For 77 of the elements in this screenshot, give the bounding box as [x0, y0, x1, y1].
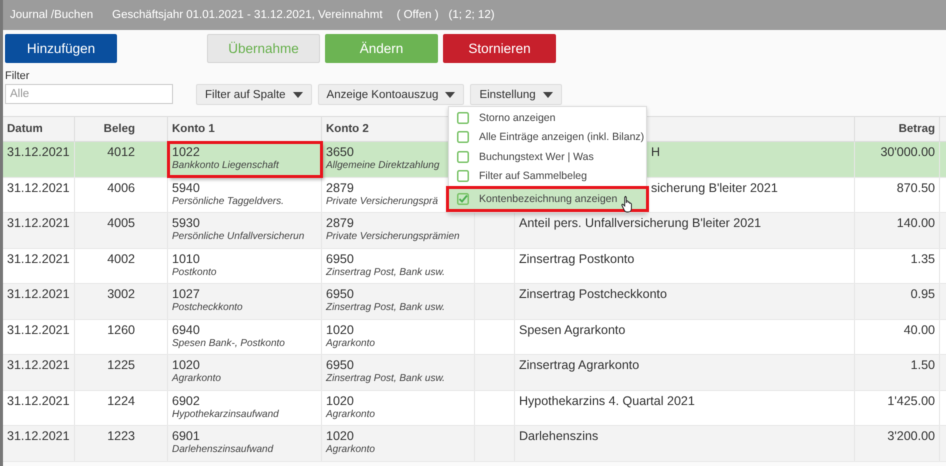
account-name: Darlehenszinsaufwand — [172, 444, 274, 455]
account-name: Zinsertrag Post, Bank usw. — [326, 373, 445, 384]
amount-cell: 3'200.00 — [887, 429, 935, 443]
amount-cell: 40.00 — [904, 322, 935, 336]
account-number: 3650 — [326, 145, 354, 159]
date-cell: 31.12.2021 — [7, 145, 70, 159]
account-number: 6901 — [172, 429, 200, 443]
account-name: Hypothekarzinsaufwand — [172, 408, 279, 420]
amount-cell: 30'000.00 — [880, 145, 935, 159]
account-number: 1020 — [326, 322, 354, 336]
date-cell: 31.12.2021 — [7, 358, 70, 372]
account-name: Postcheckkonto — [172, 302, 243, 313]
fiscal-year-label: Geschäftsjahr 01.01.2021 - 31.12.2021, Vereinnahmt — [112, 9, 383, 21]
account-name: Agrarkonto — [172, 373, 221, 384]
voucher-cell: 1224 — [107, 394, 135, 408]
voucher-cell: 4006 — [107, 180, 135, 194]
account-name: Private Versicherungsprä — [326, 196, 438, 206]
booking-text: sicherung B'leiter 2021 — [651, 180, 778, 194]
account-number: 6950 — [326, 252, 354, 266]
amount-cell: 1'425.00 — [887, 394, 935, 408]
amount-cell: 870.50 — [896, 180, 935, 194]
amount-cell: 1.35 — [910, 252, 935, 266]
date-cell: 31.12.2021 — [7, 180, 70, 194]
account-name: Zinsertrag Post, Bank usw. — [326, 266, 445, 278]
voucher-cell: 1223 — [107, 429, 135, 443]
account-number: 6940 — [172, 322, 200, 336]
account-number: 1010 — [172, 252, 200, 266]
voucher-cell: 3002 — [107, 287, 135, 301]
account-number: 1020 — [326, 394, 354, 408]
account-name: Private Versicherungsprämien — [326, 231, 460, 242]
account-name: Bankkonto Liegenschaft — [172, 160, 279, 171]
account-number: 1027 — [172, 287, 200, 301]
voucher-cell: 1225 — [107, 358, 135, 372]
amount-cell: 140.00 — [896, 216, 935, 230]
account-number: 6950 — [326, 358, 354, 372]
booking-text: Darlehenszins — [519, 429, 598, 443]
account-number: 5930 — [172, 216, 200, 230]
booking-text: Zinsertrag Agrarkonto — [519, 358, 640, 372]
account-number: 1020 — [326, 429, 354, 443]
date-cell: 31.12.2021 — [7, 322, 70, 336]
account-name: Persönliche Unfallversicherun — [172, 231, 304, 242]
voucher-cell: 4002 — [107, 252, 135, 266]
voucher-cell: 4005 — [107, 216, 135, 230]
account-name: Agrarkonto — [326, 444, 375, 455]
date-cell: 31.12.2021 — [7, 394, 70, 408]
account-name: Postkonto — [172, 266, 216, 278]
account-number: 1020 — [172, 358, 200, 372]
account-number: 6950 — [326, 287, 354, 301]
voucher-cell: 4012 — [107, 145, 135, 159]
amount-cell: 0.95 — [910, 287, 935, 301]
module-title: Journal /Buchen — [10, 9, 94, 21]
account-number: 2879 — [326, 216, 354, 230]
booking-text: Zinsertrag Postkonto — [519, 252, 634, 266]
booking-text: Zinsertrag Postcheckkonto — [519, 287, 667, 301]
account-number: 1022 — [172, 145, 200, 159]
account-number: 5940 — [172, 180, 200, 194]
account-name: Allgemeine Direktzahlung — [326, 160, 440, 171]
voucher-cell: 1260 — [107, 322, 135, 336]
account-name: Zinsertrag Post, Bank usw. — [326, 302, 445, 313]
filter-label: Filter — [5, 70, 30, 82]
id-label: (1; 2; 12) — [448, 9, 495, 21]
account-name: Spesen Bank-, Postkonto — [172, 338, 285, 348]
account-name: Agrarkonto — [326, 338, 375, 348]
date-cell: 31.12.2021 — [7, 287, 70, 301]
status-label: ( Offen ) — [396, 9, 439, 21]
booking-text: Hypothekarzins 4. Quartal 2021 — [519, 394, 695, 408]
account-number: 6902 — [172, 394, 200, 408]
account-name: Agrarkonto — [326, 408, 375, 420]
account-number: 2879 — [326, 180, 354, 194]
date-cell: 31.12.2021 — [7, 429, 70, 443]
booking-text: Spesen Agrarkonto — [519, 322, 626, 336]
account-name: Persönliche Taggeldvers. — [172, 196, 284, 206]
booking-text: Anteil pers. Unfallversicherung B'leiter 2021 — [519, 216, 762, 230]
amount-cell: 1.50 — [910, 358, 935, 372]
booking-text: H — [651, 145, 660, 159]
date-cell: 31.12.2021 — [7, 216, 70, 230]
date-cell: 31.12.2021 — [7, 252, 70, 266]
